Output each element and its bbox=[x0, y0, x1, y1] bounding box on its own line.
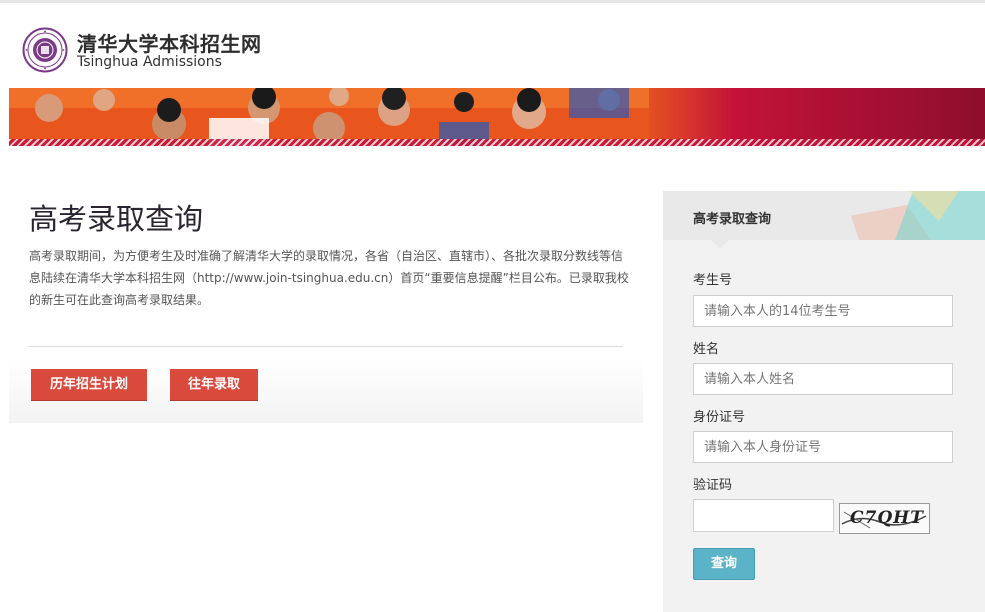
query-form-header: 高考录取查询 bbox=[663, 191, 985, 240]
query-form-panel: 高考录取查询 考生号 姓名 身份证号 验证码 C7QHT 查询 bbox=[663, 191, 985, 612]
captcha-input[interactable] bbox=[693, 499, 834, 532]
header-pointer bbox=[711, 240, 729, 248]
site-subtitle: Tsinghua Admissions bbox=[77, 54, 222, 70]
page-title: 高考录取查询 bbox=[29, 202, 204, 236]
name-label: 姓名 bbox=[693, 342, 720, 357]
intro-panel: 高考录取查询 高考录取期间，为方便考生及时准确了解清华大学的录取情况，各省（自治… bbox=[9, 190, 643, 423]
query-submit-button[interactable]: 查询 bbox=[693, 548, 755, 580]
enrollment-plan-button[interactable]: 历年招生计划 bbox=[31, 369, 147, 401]
tsinghua-seal-icon[interactable] bbox=[22, 27, 68, 73]
page-description: 高考录取期间，为方便考生及时准确了解清华大学的录取情况，各省（自治区、直辖市）、… bbox=[29, 249, 629, 307]
site-title: 清华大学本科招生网 bbox=[77, 32, 262, 56]
exam-number-input[interactable] bbox=[693, 295, 953, 327]
past-admissions-button[interactable]: 往年录取 bbox=[170, 369, 258, 401]
banner-stripe bbox=[9, 139, 985, 146]
divider bbox=[29, 346, 623, 347]
captcha-image[interactable]: C7QHT bbox=[839, 503, 930, 534]
captcha-label: 验证码 bbox=[693, 478, 733, 493]
name-input[interactable] bbox=[693, 363, 953, 395]
exam-number-label: 考生号 bbox=[693, 273, 733, 288]
id-card-label: 身份证号 bbox=[693, 410, 746, 425]
site-header: 清华大学本科招生网 Tsinghua Admissions bbox=[0, 3, 985, 88]
id-card-input[interactable] bbox=[693, 431, 953, 463]
query-form-title: 高考录取查询 bbox=[693, 212, 772, 227]
captcha-text: C7QHT bbox=[850, 508, 924, 528]
banner-image bbox=[9, 88, 985, 146]
